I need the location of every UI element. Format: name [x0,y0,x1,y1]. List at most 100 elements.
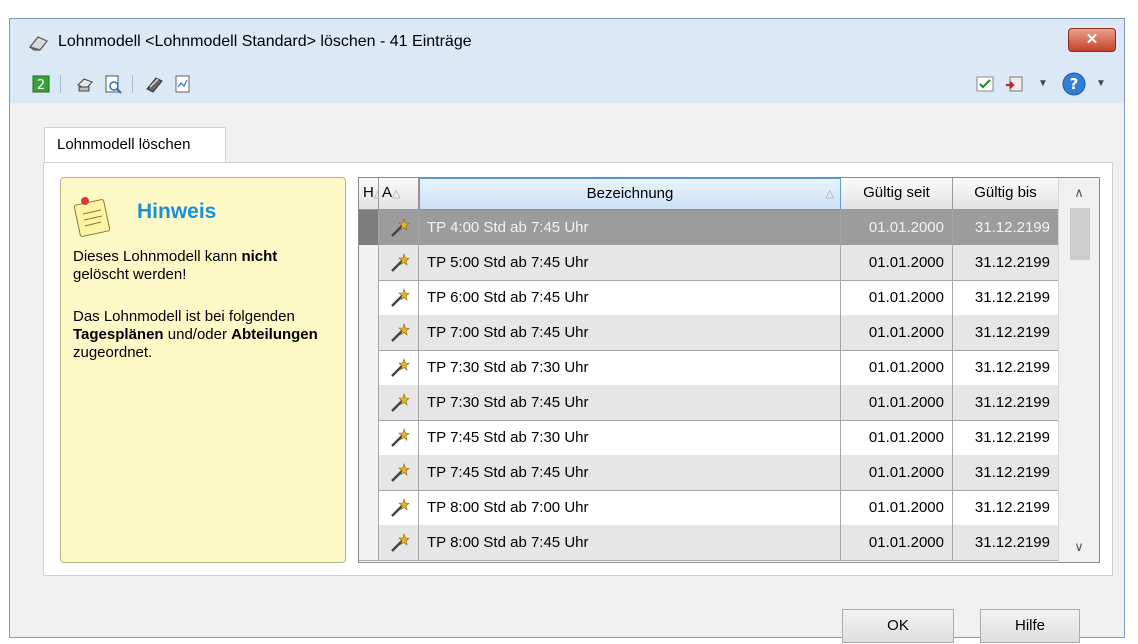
hint-text: Das Lohnmodell ist bei folgenden Tagespl… [73,308,318,361]
table-row[interactable]: TP 8:00 Std ab 7:00 Uhr 01.01.2000 31.12.2… [359,490,1059,526]
cell-gueltig-seit: 01.01.2000 [841,525,953,560]
cell-gueltig-seit: 01.01.2000 [841,455,953,490]
column-header-gueltig-seit[interactable]: Gültig seit [841,178,953,210]
scroll-up-icon[interactable]: ∧ [1059,178,1099,208]
chevron-down-icon[interactable]: ▼ [1090,73,1112,95]
cell-bezeichnung: TP 7:30 Std ab 7:30 Uhr [419,350,841,385]
chevron-down-icon[interactable]: ▼ [1032,73,1054,95]
scroll-thumb[interactable] [1070,208,1090,260]
wand-icon [379,490,419,525]
wand-icon [379,420,419,455]
cell-bezeichnung: TP 7:45 Std ab 7:45 Uhr [419,455,841,490]
print-icon[interactable] [74,73,96,95]
table-row[interactable]: TP 7:30 Std ab 7:30 Uhr 01.01.2000 31.12.2… [359,350,1059,386]
row-marker [359,420,379,455]
row-marker [359,490,379,525]
wand-icon [379,455,419,490]
hint-box: Hinweis Dieses Lohnmodell kann nicht gel… [60,177,346,563]
title-bar: Lohnmodell <Lohnmodell Standard> löschen… [10,19,1124,67]
cell-gueltig-bis: 31.12.2199 [953,525,1059,560]
cell-bezeichnung: TP 6:00 Std ab 7:45 Uhr [419,280,841,315]
cell-gueltig-seit: 01.01.2000 [841,210,953,245]
table-row[interactable]: TP 5:00 Std ab 7:45 Uhr 01.01.2000 31.12.2… [359,245,1059,281]
row-marker [359,350,379,385]
vertical-scrollbar[interactable]: ∧ ∨ [1058,178,1099,562]
data-table: H△ A△ Bezeichnung△ Gültig seit Gültig bi… [358,177,1100,563]
cell-gueltig-bis: 31.12.2199 [953,280,1059,315]
table-row[interactable]: TP 7:30 Std ab 7:45 Uhr 01.01.2000 31.12.2… [359,385,1059,421]
row-marker [359,525,379,560]
row-marker [359,315,379,350]
table-row[interactable]: TP 7:00 Std ab 7:45 Uhr 01.01.2000 31.12.2… [359,315,1059,351]
table-row[interactable]: TP 8:00 Std ab 7:45 Uhr 01.01.2000 31.12.2… [359,525,1059,561]
tab-lohnmodell-loeschen[interactable]: Lohnmodell löschen [44,127,226,163]
cell-bezeichnung: TP 7:00 Std ab 7:45 Uhr [419,315,841,350]
wand-icon [379,280,419,315]
table-row[interactable]: TP 7:45 Std ab 7:30 Uhr 01.01.2000 31.12.2… [359,420,1059,456]
table-row[interactable]: TP 7:45 Std ab 7:45 Uhr 01.01.2000 31.12.2… [359,455,1059,491]
help-icon[interactable]: ? [1060,70,1088,98]
hint-text: Dieses Lohnmodell kann nicht gelöscht we… [73,248,278,283]
cell-bezeichnung: TP 8:00 Std ab 7:00 Uhr [419,490,841,525]
help-button[interactable]: Hilfe [980,609,1080,643]
print-preview-icon[interactable] [102,73,124,95]
cell-gueltig-seit: 01.01.2000 [841,350,953,385]
cell-gueltig-seit: 01.01.2000 [841,420,953,455]
column-header-a[interactable]: A△ [379,178,419,210]
dialog-window: Lohnmodell <Lohnmodell Standard> löschen… [9,18,1125,643]
cell-gueltig-bis: 31.12.2199 [953,210,1059,245]
close-button[interactable]: ✕ [1068,28,1116,52]
wand-icon [379,210,419,245]
cell-bezeichnung: TP 8:00 Std ab 7:45 Uhr [419,525,841,560]
refresh-icon[interactable]: 2 [30,73,52,95]
svg-text:2: 2 [37,78,45,93]
exit-icon[interactable] [1004,73,1026,95]
toolbar-separator [60,75,61,93]
checkbox-icon[interactable] [974,73,996,95]
wand-icon [379,525,419,560]
cell-gueltig-seit: 01.01.2000 [841,245,953,280]
cell-gueltig-bis: 31.12.2199 [953,350,1059,385]
dialog-content: Lohnmodell löschen Hinweis Dieses Lohnmo… [10,103,1124,643]
tab-panel: Hinweis Dieses Lohnmodell kann nicht gel… [43,162,1113,576]
scroll-down-icon[interactable]: ∨ [1059,532,1099,562]
tools-icon[interactable] [144,73,166,95]
row-marker [359,210,379,245]
wand-icon [379,315,419,350]
cell-gueltig-bis: 31.12.2199 [953,385,1059,420]
column-header-gueltig-bis[interactable]: Gültig bis [953,178,1059,210]
wand-icon [379,245,419,280]
hint-title: Hinweis [137,200,217,223]
note-icon [73,197,111,237]
table-row[interactable]: TP 6:00 Std ab 7:45 Uhr 01.01.2000 31.12.2… [359,280,1059,316]
cell-gueltig-seit: 01.01.2000 [841,490,953,525]
cell-gueltig-bis: 31.12.2199 [953,315,1059,350]
toolbar-separator [132,75,133,93]
cell-gueltig-seit: 01.01.2000 [841,315,953,350]
row-marker [359,455,379,490]
cell-gueltig-bis: 31.12.2199 [953,420,1059,455]
row-marker [359,245,379,280]
ok-button[interactable]: OK [842,609,954,643]
cell-gueltig-seit: 01.01.2000 [841,385,953,420]
row-marker [359,385,379,420]
wand-icon [379,350,419,385]
cell-bezeichnung: TP 5:00 Std ab 7:45 Uhr [419,245,841,280]
cell-gueltig-bis: 31.12.2199 [953,245,1059,280]
cell-gueltig-bis: 31.12.2199 [953,490,1059,525]
cell-bezeichnung: TP 7:30 Std ab 7:45 Uhr [419,385,841,420]
window-title: Lohnmodell <Lohnmodell Standard> löschen… [58,33,472,50]
eraser-icon [28,36,48,51]
cell-gueltig-bis: 31.12.2199 [953,455,1059,490]
chart-icon[interactable] [172,73,194,95]
cell-gueltig-seit: 01.01.2000 [841,280,953,315]
cell-bezeichnung: TP 7:45 Std ab 7:30 Uhr [419,420,841,455]
column-header-bezeichnung[interactable]: Bezeichnung △ [419,178,841,210]
cell-bezeichnung: TP 4:00 Std ab 7:45 Uhr [419,210,841,245]
toolbar: 2 ▼ ? ▼ [10,67,1124,101]
row-marker [359,280,379,315]
table-row[interactable]: TP 4:00 Std ab 7:45 Uhr 01.01.2000 31.12.2… [359,210,1059,246]
wand-icon [379,385,419,420]
column-header-h[interactable]: H△ [359,178,382,210]
svg-text:?: ? [1070,75,1079,93]
